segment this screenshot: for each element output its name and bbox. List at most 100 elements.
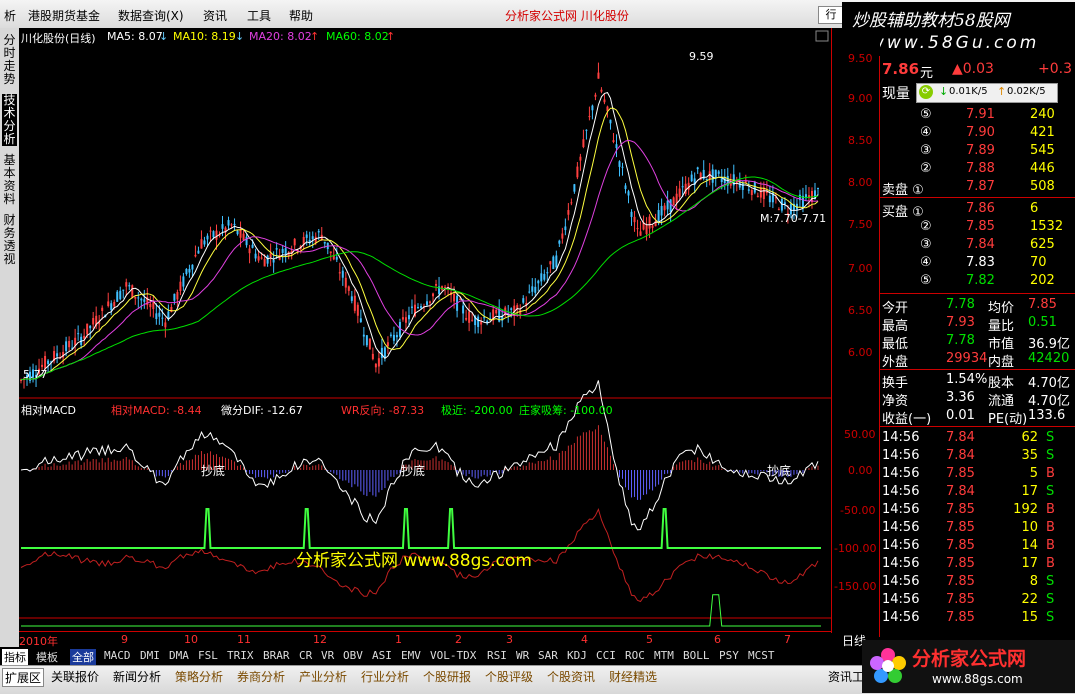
bottom-tab[interactable]: 关联报价 bbox=[51, 668, 99, 685]
tick-side: S bbox=[1046, 574, 1055, 589]
bottom-tab[interactable]: 行业分析 bbox=[361, 668, 409, 685]
indicator-tab[interactable]: CR bbox=[299, 649, 312, 662]
menu-item-data-query[interactable]: 数据查询(X) bbox=[118, 7, 184, 24]
ma20-value: MA20: 8.02 bbox=[249, 30, 312, 43]
tick-price: 7.85 bbox=[946, 538, 975, 553]
candle-body bbox=[621, 166, 624, 168]
book-divider bbox=[880, 197, 1075, 198]
date-axis: 2010年 9 10 11 12 1 2 3 4 5 6 7 bbox=[19, 631, 831, 648]
indicator-tab[interactable]: BOLL bbox=[683, 649, 710, 662]
tab-intraday[interactable]: 分时走势 bbox=[2, 34, 17, 86]
stat-value: 7.93 bbox=[946, 315, 975, 330]
candle-body bbox=[314, 236, 317, 243]
indicator-tab[interactable]: WR bbox=[516, 649, 529, 662]
bottom-tab[interactable]: 新闻分析 bbox=[113, 668, 161, 685]
indicator-tab[interactable]: FSL bbox=[198, 649, 218, 662]
menu-item-help[interactable]: 帮助 bbox=[289, 7, 313, 24]
indicator-tab[interactable]: DMA bbox=[169, 649, 189, 662]
indicator-tab[interactable]: MTM bbox=[654, 649, 674, 662]
bottom-tab[interactable]: 策略分析 bbox=[175, 668, 223, 685]
candle-body bbox=[110, 303, 113, 311]
refresh-icon[interactable]: ⟳ bbox=[919, 85, 933, 99]
candle-body bbox=[588, 116, 591, 118]
stat-row: 今开 7.78 均价 7.85 bbox=[880, 296, 1075, 316]
candle-body bbox=[741, 182, 744, 190]
candle-body bbox=[666, 200, 669, 210]
candle-body bbox=[269, 253, 272, 258]
indicator-tab[interactable]: MACD bbox=[104, 649, 131, 662]
ask-row: ② 7.88 446 bbox=[880, 160, 1075, 178]
candle-body bbox=[471, 319, 474, 321]
bid-row: ④ 7.83 70 bbox=[880, 254, 1075, 272]
candle-body bbox=[353, 295, 356, 311]
bottom-tab[interactable]: 产业分析 bbox=[299, 668, 347, 685]
indicator-tab[interactable]: BRAR bbox=[263, 649, 290, 662]
ask-volume: 240 bbox=[1030, 107, 1055, 122]
stat-value: 7.85 bbox=[1028, 297, 1057, 312]
candle-body bbox=[185, 268, 188, 275]
flower-logo-icon bbox=[870, 648, 906, 683]
ma5-value: MA5: 8.07 bbox=[107, 30, 163, 43]
candle-body bbox=[612, 140, 615, 143]
market-button[interactable]: 行 bbox=[818, 6, 844, 24]
candle-body bbox=[444, 286, 447, 288]
bottom-tab[interactable]: 券商分析 bbox=[237, 668, 285, 685]
indicator-tab[interactable]: OBV bbox=[343, 649, 363, 662]
stat-value: 0.01 bbox=[946, 408, 975, 423]
bottom-tab[interactable]: 个股研报 bbox=[423, 668, 471, 685]
tab-technical[interactable]: 技术分析 bbox=[2, 94, 17, 146]
indicator-tab[interactable]: ASI bbox=[372, 649, 392, 662]
candle-body bbox=[113, 301, 116, 307]
candle-body bbox=[696, 167, 699, 170]
indicator-tab[interactable]: 全部 bbox=[70, 649, 96, 665]
chart-area[interactable]: 川化股份(日线) MA5: 8.07 ↓ MA10: 8.19 ↓ MA20: … bbox=[19, 28, 831, 633]
candle-body bbox=[495, 309, 498, 314]
indicator-tab[interactable]: VR bbox=[321, 649, 334, 662]
stat-value: 1.54% bbox=[946, 372, 988, 387]
indicator-tab[interactable]: PSY bbox=[719, 649, 739, 662]
tick-volume: 22 bbox=[1021, 592, 1038, 607]
indicator-tab[interactable]: DMI bbox=[140, 649, 160, 662]
candle-body bbox=[582, 139, 585, 147]
indicator-tab[interactable]: KDJ bbox=[567, 649, 587, 662]
candle-body bbox=[149, 303, 152, 308]
chart-canvas[interactable] bbox=[19, 28, 831, 631]
indicator-tab[interactable]: RSI bbox=[487, 649, 507, 662]
candle-body bbox=[305, 234, 308, 238]
tab-fundamentals[interactable]: 基本资料 bbox=[2, 154, 17, 206]
indicator-tab[interactable]: TRIX bbox=[227, 649, 254, 662]
indicator-tab[interactable]: 模板 bbox=[36, 649, 58, 665]
bottom-tab[interactable]: 扩展区 bbox=[2, 668, 45, 687]
ask-row: ③ 7.89 545 bbox=[880, 142, 1075, 160]
menu-item-hk-futures[interactable]: 港股期货基金 bbox=[28, 7, 100, 24]
diff-dif-value: 微分DIF: -12.67 bbox=[221, 404, 303, 417]
bid-price: 7.86 bbox=[966, 201, 995, 216]
indicator-tab[interactable]: 指标 bbox=[2, 649, 28, 665]
y-tick-price: 6.00 bbox=[848, 346, 873, 359]
tab-financials[interactable]: 财务透视 bbox=[2, 214, 17, 266]
indicator-tab[interactable]: ROC bbox=[625, 649, 645, 662]
bottom-tab[interactable]: 个股评级 bbox=[485, 668, 533, 685]
indicator-tab[interactable]: CCI bbox=[596, 649, 616, 662]
candle-body bbox=[651, 225, 654, 228]
indicator-tab[interactable]: VOL-TDX bbox=[430, 649, 476, 662]
indicator-tab[interactable]: SAR bbox=[538, 649, 558, 662]
tick-side: S bbox=[1046, 484, 1055, 499]
candle-body bbox=[678, 188, 681, 197]
menu-item-news[interactable]: 资讯 bbox=[203, 7, 227, 24]
indicator-tab[interactable]: MCST bbox=[748, 649, 775, 662]
candle-body bbox=[140, 298, 143, 301]
tick-price: 7.85 bbox=[946, 502, 975, 517]
candle-body bbox=[459, 299, 462, 301]
indicator-name[interactable]: 相对MACD bbox=[21, 402, 76, 418]
menu-item-analysis[interactable]: 析 bbox=[4, 7, 16, 24]
candle-body bbox=[131, 285, 134, 298]
candle-body bbox=[188, 268, 191, 273]
candle-body bbox=[170, 307, 173, 313]
indicator-tab[interactable]: EMV bbox=[401, 649, 421, 662]
ask-volume: 421 bbox=[1030, 125, 1055, 140]
bottom-tab[interactable]: 财经精选 bbox=[609, 668, 657, 685]
menu-item-tools[interactable]: 工具 bbox=[247, 7, 271, 24]
bottom-tab[interactable]: 个股资讯 bbox=[547, 668, 595, 685]
stat-row: 外盘 29934 内盘 42420 bbox=[880, 350, 1075, 370]
